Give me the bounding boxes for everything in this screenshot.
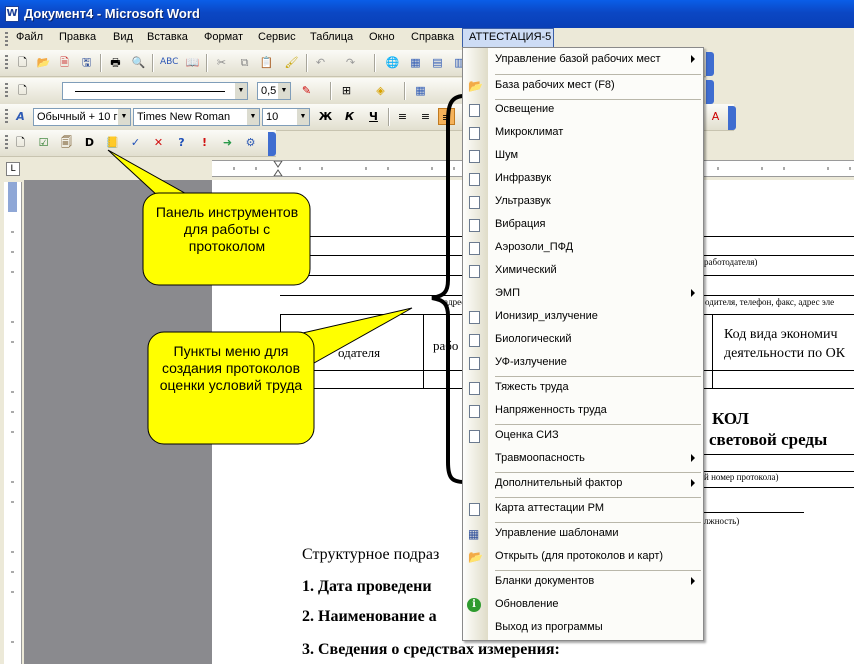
menu-item-label: Выход из программы: [495, 621, 603, 633]
menu-item-label: Ионизир_излучение: [495, 310, 598, 322]
document-icon: [469, 405, 480, 418]
document-icon: [469, 150, 480, 163]
menu-separator: [495, 472, 701, 473]
menu-item-aerosols[interactable]: Аэрозоли_ПФД: [463, 238, 703, 259]
menu-item-update[interactable]: i Обновление: [463, 595, 703, 616]
menu-item-label: Освещение: [495, 103, 555, 115]
menu-item-label: Ультразвук: [495, 195, 551, 207]
menu-item-uv-radiation[interactable]: УФ-излучение: [463, 353, 703, 374]
menu-item-label: Управление шаблонами: [495, 527, 619, 539]
menu-item-label: Карта аттестации РМ: [495, 502, 604, 514]
menu-separator: [495, 74, 701, 75]
submenu-arrow-icon: [691, 577, 695, 585]
menu-item-label: Тяжесть труда: [495, 381, 569, 393]
menu-item-injury-hazard[interactable]: Травмоопасность: [463, 449, 703, 470]
document-icon: [469, 127, 480, 140]
menu-item-label: Аэрозоли_ПФД: [495, 241, 574, 253]
menu-item-label: Напряженность труда: [495, 404, 607, 416]
document-icon: [469, 382, 480, 395]
menu-item-workplace-card[interactable]: Карта аттестации РМ: [463, 499, 703, 520]
menu-item-workplace-db[interactable]: 📂 База рабочих мест (F8): [463, 76, 703, 97]
menu-item-microclimate[interactable]: Микроклимат: [463, 123, 703, 144]
menu-item-label: ЭМП: [495, 287, 520, 299]
table-grid-icon: ▦: [468, 527, 480, 541]
info-icon: i: [467, 598, 481, 612]
menu-item-label: Травмоопасность: [495, 452, 585, 464]
menu-item-chemical[interactable]: Химический: [463, 261, 703, 282]
attestation-dropdown-menu: Управление базой рабочих мест 📂 База раб…: [462, 47, 704, 641]
menu-item-label: УФ-излучение: [495, 356, 567, 368]
menu-separator: [495, 570, 701, 571]
submenu-arrow-icon: [691, 289, 695, 297]
submenu-arrow-icon: [691, 55, 695, 63]
menu-item-emf[interactable]: ЭМП: [463, 284, 703, 305]
callout-join: [159, 196, 189, 199]
menu-item-label: Дополнительный фактор: [495, 477, 623, 489]
menu-separator: [495, 424, 701, 425]
menu-item-label: Шум: [495, 149, 519, 161]
document-icon: [469, 311, 480, 324]
menu-item-label: Оценка СИЗ: [495, 429, 559, 441]
menu-item-label: Инфразвук: [495, 172, 552, 184]
document-icon: [469, 196, 480, 209]
menu-separator: [495, 376, 701, 377]
menu-item-label: База рабочих мест (F8): [495, 79, 615, 91]
menu-item-open[interactable]: 📂 Открыть (для протоколов и карт): [463, 547, 703, 568]
document-icon: [469, 219, 480, 232]
document-icon: [469, 503, 480, 516]
menu-item-infrasound[interactable]: Инфразвук: [463, 169, 703, 190]
menu-separator: [495, 522, 701, 523]
menu-item-label: Вибрация: [495, 218, 546, 230]
callout-pointer: [107, 149, 192, 197]
document-icon: [469, 242, 480, 255]
menu-item-additional-factor[interactable]: Дополнительный фактор: [463, 474, 703, 495]
menu-item-biological[interactable]: Биологический: [463, 330, 703, 351]
menu-item-label: Микроклимат: [495, 126, 564, 138]
menu-item-vibration[interactable]: Вибрация: [463, 215, 703, 236]
menu-item-label: Управление базой рабочих мест: [495, 53, 661, 65]
menu-item-labor-severity[interactable]: Тяжесть труда: [463, 378, 703, 399]
menu-item-label: Химический: [495, 264, 557, 276]
menu-item-document-forms[interactable]: Бланки документов: [463, 572, 703, 593]
menu-item-label: Открыть (для протоколов и карт): [495, 550, 664, 562]
menu-item-lighting[interactable]: Освещение: [463, 100, 703, 121]
menu-item-workplace-db-management[interactable]: Управление базой рабочих мест: [463, 50, 703, 71]
menu-item-label: Биологический: [495, 333, 572, 345]
menu-item-template-management[interactable]: ▦ Управление шаблонами: [463, 524, 703, 545]
menu-item-ionizing-radiation[interactable]: Ионизир_излучение: [463, 307, 703, 328]
menu-item-label: Бланки документов: [495, 575, 595, 587]
menu-item-labor-intensity[interactable]: Напряженность труда: [463, 401, 703, 422]
document-icon: [469, 173, 480, 186]
open-folder-icon: 📂: [468, 550, 483, 564]
curly-brace: [431, 94, 465, 484]
menu-item-noise[interactable]: Шум: [463, 146, 703, 167]
menu-separator: [495, 497, 701, 498]
callout-toolbar-text: Панель инструментов для работы с протоко…: [155, 204, 299, 254]
annotation-overlay: [107, 94, 465, 484]
submenu-arrow-icon: [691, 479, 695, 487]
menu-item-ppe-assessment[interactable]: Оценка СИЗ: [463, 426, 703, 447]
document-icon: [469, 104, 480, 117]
submenu-arrow-icon: [691, 454, 695, 462]
menu-item-ultrasound[interactable]: Ультразвук: [463, 192, 703, 213]
open-folder-icon: 📂: [468, 79, 483, 93]
document-icon: [469, 430, 480, 443]
document-icon: [469, 265, 480, 278]
document-icon: [469, 334, 480, 347]
document-icon: [469, 357, 480, 370]
callout-menu-text: Пункты меню для создания протоколов оцен…: [159, 343, 303, 393]
menu-item-label: Обновление: [495, 598, 559, 610]
menu-item-exit[interactable]: Выход из программы: [463, 618, 703, 639]
